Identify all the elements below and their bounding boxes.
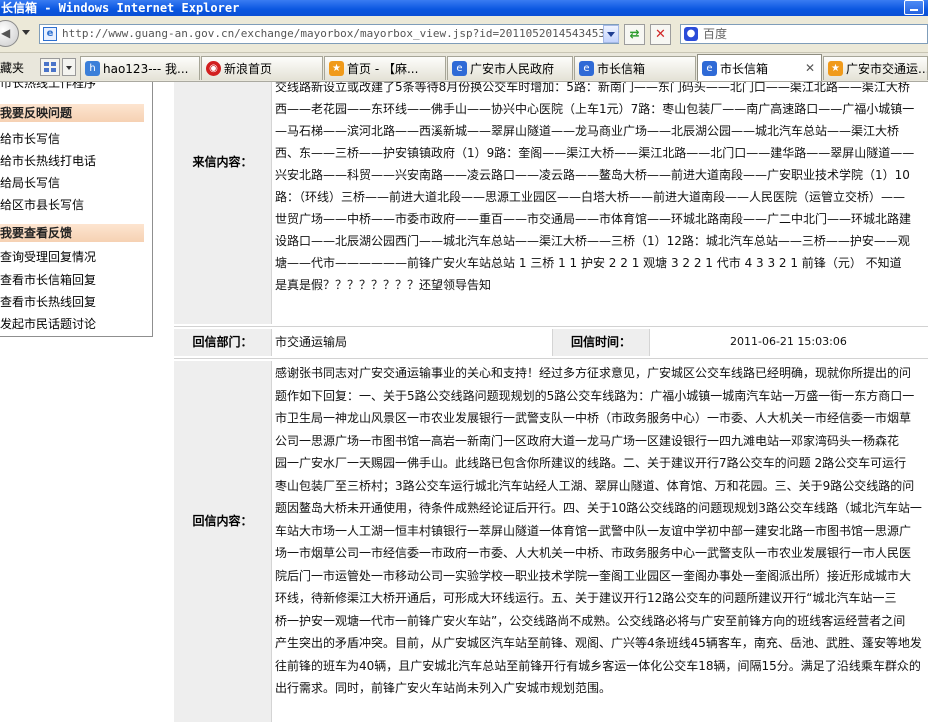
tab-label: 市长信箱 (720, 62, 769, 76)
text-line: 院后门一市运管处一市移动公司一实验学校一职业技术学院一奎阁工业园区一奎阁办事处一… (275, 568, 912, 583)
close-icon: ✕ (655, 27, 666, 42)
tabs-toolbar: 藏夹 h hao123--- 我... ◉ 新浪首页 ★ 首页 - 【麻... … (0, 53, 928, 82)
sidebar-link-topic-discussion[interactable]: 发起市民话题讨论 (0, 317, 96, 331)
sidebar-link-mayorbox-reply[interactable]: 查看市长信箱回复 (0, 273, 96, 287)
text-line: 设路口——北辰湖公园西门——城北汽车总站——渠江大桥——三桥（1）12路：城北汽… (275, 234, 910, 248)
sidebar-link-hotline-reply[interactable]: 查看市长热线回复 (0, 295, 96, 309)
text-line: 市卫生局一神龙山风景区一市农业发展银行一武警支队一中桥（市政务服务中心）一市委、… (275, 411, 912, 425)
nav-history-dropdown-icon[interactable] (22, 30, 30, 35)
sidebar-section-feedback: 我要查看反馈 (0, 224, 144, 242)
star-page-icon: ★ (828, 61, 843, 76)
address-dropdown-button[interactable] (603, 25, 619, 43)
text-line: —马石梯——滨河北路——西溪新城——翠屏山隧道——龙马商业广场——北辰湖公园——… (275, 124, 900, 138)
window-title: 长信箱 - Windows Internet Explorer (1, 1, 240, 15)
sidebar-link-write-county[interactable]: 给区市县长写信 (0, 198, 84, 212)
refresh-icon: ⇄ (629, 27, 640, 41)
tab-label: 首页 - 【麻... (347, 62, 419, 76)
text-line: 塘——代市——————前锋广安火车站总站 1 三桥 1 1 护安 2 2 1 观… (275, 256, 902, 270)
tab-label: 市长信箱 (597, 62, 646, 76)
tab-guangan-gov[interactable]: e 广安市人民政府 (447, 56, 573, 80)
tab-hao123[interactable]: h hao123--- 我... (80, 56, 200, 80)
quick-tabs-icon[interactable] (40, 58, 60, 76)
letter-content: 交线路新设立或改建了5条等待8月份换公交车时增加：5路：新南门——东门码头——北… (275, 82, 924, 296)
reply-label: 回信内容： (174, 361, 272, 722)
sidebar-link-query-reply[interactable]: 查询受理回复情况 (0, 250, 96, 264)
text-line: 往前锋的班车为40辆，且广安城北汽车总站至前锋开行有城乡客运一体化公交车18辆，… (275, 658, 921, 673)
row-divider (174, 358, 928, 359)
sidebar-link-hotline-procedure[interactable]: 市长热线工作程序 (0, 82, 96, 90)
time-value: 2011-06-21 15:03:06 (730, 335, 847, 348)
tab-label: 广安市人民政府 (470, 62, 555, 76)
refresh-button[interactable]: ⇄ (624, 24, 645, 45)
tab-home[interactable]: ★ 首页 - 【麻... (324, 56, 446, 80)
time-label: 回信时间： (552, 329, 650, 356)
back-arrow-icon: ◀ (1, 26, 11, 40)
sidebar: 市长热线工作程序 我要反映问题 给市长写信 给市长热线打电话 给局长写信 给区市… (0, 82, 153, 337)
stop-button[interactable]: ✕ (650, 24, 671, 45)
sina-icon: ◉ (206, 61, 221, 76)
page-icon: e (43, 27, 57, 41)
page-content: 市长热线工作程序 我要反映问题 给市长写信 给市长热线打电话 给局长写信 给区市… (0, 82, 928, 722)
back-button[interactable]: ◀ (0, 20, 19, 47)
sidebar-link-call-hotline[interactable]: 给市长热线打电话 (0, 154, 96, 168)
address-url[interactable]: http://www.guang-an.gov.cn/exchange/mayo… (62, 25, 612, 43)
search-input[interactable]: ● 百度 (680, 24, 928, 44)
reply-content: 感谢张书同志对广安交通运输事业的关心和支持！经过多方征求意见，广安城区公交车线路… (275, 362, 924, 700)
text-line: 枣山包装厂至三桥村；3路公交车运行城北汽车站经人工湖、翠屏山隧道、体育馆、万和花… (275, 478, 915, 493)
text-line: 西、东——三桥——护安镇镇政府（1）9路：奎阁——渠江大桥——渠江北路——北门口… (275, 146, 915, 160)
text-line: 感谢张书同志对广安交通运输事业的关心和支持！经过多方征求意见，广安城区公交车线路… (275, 366, 912, 380)
sidebar-link-write-director[interactable]: 给局长写信 (0, 176, 60, 190)
row-divider (174, 326, 928, 327)
address-input[interactable]: e http://www.guang-an.gov.cn/exchange/ma… (39, 24, 619, 44)
text-line: 产生突出的矛盾冲突。目前，从广安城区汽车站至前锋、观阁、广兴等4条班线45辆客车… (275, 636, 922, 650)
close-tab-icon[interactable]: ✕ (805, 61, 815, 75)
tab-label: hao123--- 我... (103, 62, 189, 76)
text-line: 是真是假？？？？？？？？还望领导告知 (275, 278, 492, 292)
window-title-bar: 长信箱 - Windows Internet Explorer (0, 0, 928, 16)
text-line: 兴安北路——科贸——兴安南路——凌云路口——凌云路——鳌岛大桥——前进大道南段—… (275, 168, 910, 182)
text-line: 世贸广场——中桥——市委市政府——重百——市交通局——市体育馆——环城北路南段—… (275, 212, 912, 226)
text-line: 车站大市场一人工湖一恒丰村镇银行一萃屏山隧道一体育馆一武警中队一友谊中学初中部一… (275, 523, 912, 538)
ie-page-icon: e (452, 61, 467, 76)
tab-mayor-box[interactable]: e 市长信箱 (574, 56, 696, 80)
dept-label: 回信部门： (174, 329, 272, 356)
text-line: 园一广安水厂一天赐园一佛手山。此线路已包含你所建议的线路。二、关于建议开行7路公… (275, 456, 907, 470)
text-line: 西——老花园——东环线——佛手山——协兴中心医院（上车1元）7路：枣山包装厂——… (275, 102, 915, 116)
hao123-icon: h (85, 61, 100, 76)
letter-detail-table: 来信内容： 交线路新设立或改建了5条等待8月份换公交车时增加：5路：新南门——东… (174, 82, 928, 722)
text-line: 出行需求。同时，前锋广安火车站尚未列入广安城市规划范围。 (275, 681, 612, 695)
baidu-paw-icon: ● (684, 27, 698, 41)
text-line: 题作如下回复：一、关于5路公交线路问题现规划的5路公交车线路为：广福小城镇一城南… (275, 388, 915, 403)
text-line: 题因鳌岛大桥未开通使用，待条件成熟经论证后开行。四、关于10路公交线路的问题现规… (275, 501, 922, 515)
text-line: 环线，待新修渠江大桥开通后，可形成大环线运行。五、关于建议开行12路公交车的问题… (275, 591, 897, 605)
tab-list-button[interactable] (62, 58, 76, 76)
minimize-button[interactable] (904, 0, 924, 15)
text-line: 路：（环线）三桥——前进大道北段——思源工业园区——白塔大桥——前进大道南段——… (275, 190, 906, 204)
content-label: 来信内容： (174, 82, 272, 324)
tab-mayor-box-active[interactable]: e 市长信箱 ✕ (697, 54, 822, 81)
sidebar-section-report: 我要反映问题 (0, 104, 144, 122)
tab-label: 广安市交通运... (846, 62, 928, 76)
ie-page-icon: e (702, 61, 717, 76)
star-page-icon: ★ (329, 61, 344, 76)
tab-sina[interactable]: ◉ 新浪首页 (201, 56, 323, 80)
text-line: 交线路新设立或改建了5条等待8月份换公交车时增加：5路：新南门——东门码头——北… (275, 82, 910, 94)
sidebar-link-write-mayor[interactable]: 给市长写信 (0, 132, 60, 146)
text-line: 桥一护安一观塘一代市一前锋广安火车站”，公交线路尚不成熟。公交线路必将与广安至前… (275, 613, 906, 628)
text-line: 公司一思源广场一市图书馆一高岩一新南门一区政府大道一龙马广场一区建设银行一四九滩… (275, 433, 900, 448)
ie-page-icon: e (579, 61, 594, 76)
search-placeholder: 百度 (703, 27, 728, 41)
favorites-label[interactable]: 藏夹 (0, 59, 24, 76)
tab-label: 新浪首页 (224, 62, 273, 76)
tab-guangan-transport[interactable]: ★ 广安市交通运... (823, 56, 928, 80)
text-line: 场一市烟草公司一市经信委一市政府一市委、人大机关一中桥、市政务服务中心一武警支队… (275, 546, 912, 560)
